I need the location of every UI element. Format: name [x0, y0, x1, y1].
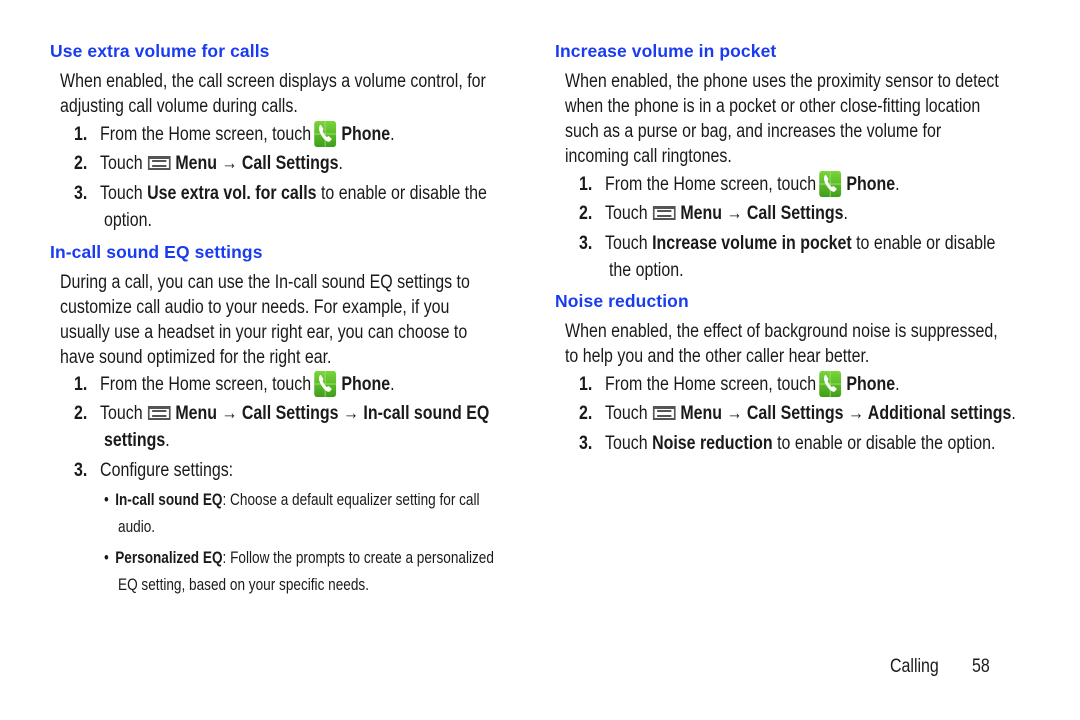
- step-text: Touch: [605, 203, 648, 224]
- step-text: Touch: [605, 233, 653, 254]
- step-3: 3. Touch Increase volume in pocket to ena…: [579, 231, 995, 256]
- menu-icon: [147, 406, 171, 420]
- step-2: 2. Touch Menu → Call Settings → Additional…: [579, 401, 1016, 426]
- menu-path: settings: [104, 430, 166, 451]
- bullet-item: • In-call sound EQ: Choose a default equa…: [104, 487, 480, 512]
- step-1: 1. From the Home screen, touch Phone.: [74, 121, 395, 147]
- heading-use-extra-volume: Use extra volume for calls: [50, 41, 270, 61]
- step-number: 2.: [74, 403, 88, 424]
- step-text: to enable or disable the: [316, 183, 487, 204]
- step-3-cont: option.: [104, 210, 152, 231]
- paragraph-line: When enabled, the call screen displays a…: [60, 71, 486, 92]
- bullet-text: : Choose a default equalizer setting for…: [222, 490, 480, 509]
- bullet-cont: audio.: [118, 517, 156, 536]
- paragraph-line: to help you and the other caller hear be…: [565, 346, 870, 367]
- step-text: Touch: [605, 403, 648, 424]
- option-name: Noise reduction: [652, 433, 773, 454]
- step-text: Touch: [605, 433, 653, 454]
- step-3-cont: the option.: [609, 260, 684, 281]
- phone-icon: [819, 371, 842, 397]
- bullet-item: • Personalized EQ: Follow the prompts to …: [104, 545, 494, 570]
- step-2: 2. Touch Menu → Call Settings → In-call so…: [74, 401, 489, 426]
- bullet-text: : Follow the prompts to create a persona…: [222, 548, 494, 567]
- step-text: Touch: [100, 403, 143, 424]
- step-text: Touch: [100, 153, 143, 174]
- paragraph-line: such as a purse or bag, and increases th…: [565, 121, 942, 142]
- step-number: 2.: [579, 203, 593, 224]
- phone-icon: [819, 171, 842, 197]
- step-1: 1. From the Home screen, touch Phone.: [579, 171, 900, 197]
- bullet-term: Personalized EQ: [115, 548, 223, 567]
- option-name: Increase volume in pocket: [652, 233, 852, 254]
- step-2: 2. Touch Menu → Call Settings.: [579, 201, 848, 226]
- menu-path: Menu → Call Settings: [175, 153, 339, 174]
- step-number: 2.: [74, 153, 88, 174]
- step-1: 1. From the Home screen, touch Phone.: [579, 371, 900, 397]
- menu-icon: [652, 206, 676, 220]
- menu-path: Menu → Call Settings → In-call sound EQ: [175, 403, 490, 424]
- step-number: 3.: [74, 460, 88, 481]
- step-1: 1. From the Home screen, touch Phone.: [74, 371, 395, 397]
- paragraph-line: have sound optimized for the right ear.: [60, 347, 332, 368]
- paragraph-line: When enabled, the effect of background n…: [565, 321, 998, 342]
- footer-section: Calling: [890, 656, 939, 677]
- step-2: 2. Touch Menu → Call Settings.: [74, 151, 343, 176]
- phone-icon: [314, 121, 337, 147]
- step-text: From the Home screen, touch: [605, 374, 817, 395]
- step-text: to enable or disable: [851, 233, 996, 254]
- step-text: Touch: [100, 183, 148, 204]
- paragraph-line: usually use a headset in your right ear,…: [60, 322, 468, 343]
- phone-label: Phone: [846, 374, 896, 395]
- punct: .: [895, 174, 900, 195]
- bullet-term: In-call sound EQ: [115, 490, 223, 509]
- punct: .: [165, 430, 170, 451]
- paragraph-line: adjusting call volume during calls.: [60, 96, 298, 117]
- step-2-cont: settings.: [104, 428, 170, 453]
- punct: .: [390, 124, 395, 145]
- heading-increase-volume-pocket: Increase volume in pocket: [555, 41, 777, 61]
- step-text: From the Home screen, touch: [100, 124, 312, 145]
- option-name: Use extra vol. for calls: [147, 183, 317, 204]
- bullet-icon: •: [104, 548, 109, 567]
- paragraph-line: incoming call ringtones.: [565, 146, 732, 167]
- phone-label: Phone: [341, 124, 391, 145]
- step-3: 3. Touch Noise reduction to enable or dis…: [579, 431, 995, 456]
- step-number: 1.: [74, 124, 88, 145]
- paragraph-line: customize call audio to your needs. For …: [60, 297, 450, 318]
- step-number: 3.: [579, 433, 593, 454]
- step-3: 3. Configure settings:: [74, 458, 233, 483]
- punct: .: [895, 374, 900, 395]
- heading-in-call-eq: In-call sound EQ settings: [50, 242, 263, 262]
- phone-label: Phone: [846, 174, 896, 195]
- phone-label: Phone: [341, 374, 391, 395]
- punct: .: [843, 203, 848, 224]
- step-number: 1.: [74, 374, 88, 395]
- menu-path: Menu → Call Settings → Additional settin…: [680, 403, 1012, 424]
- step-text: to enable or disable the option.: [772, 433, 996, 454]
- menu-path: Menu → Call Settings: [680, 203, 844, 224]
- punct: .: [338, 153, 343, 174]
- page-number: 58: [972, 656, 990, 677]
- step-number: 2.: [579, 403, 593, 424]
- bullet-cont: EQ setting, based on your specific needs…: [118, 575, 369, 594]
- step-3: 3. Touch Use extra vol. for calls to enab…: [74, 181, 487, 206]
- punct: .: [390, 374, 395, 395]
- step-number: 1.: [579, 374, 593, 395]
- step-number: 1.: [579, 174, 593, 195]
- menu-icon: [147, 156, 171, 170]
- step-number: 3.: [579, 233, 593, 254]
- paragraph-line: when the phone is in a pocket or other c…: [565, 96, 981, 117]
- heading-noise-reduction: Noise reduction: [555, 291, 689, 311]
- step-number: 3.: [74, 183, 88, 204]
- punct: .: [1011, 403, 1016, 424]
- bullet-icon: •: [104, 490, 109, 509]
- paragraph-line: During a call, you can use the In-call s…: [60, 272, 470, 293]
- step-text: From the Home screen, touch: [100, 374, 312, 395]
- menu-icon: [652, 406, 676, 420]
- phone-icon: [314, 371, 337, 397]
- step-text: From the Home screen, touch: [605, 174, 817, 195]
- paragraph-line: When enabled, the phone uses the proximi…: [565, 71, 999, 92]
- step-text: Configure settings:: [100, 460, 234, 481]
